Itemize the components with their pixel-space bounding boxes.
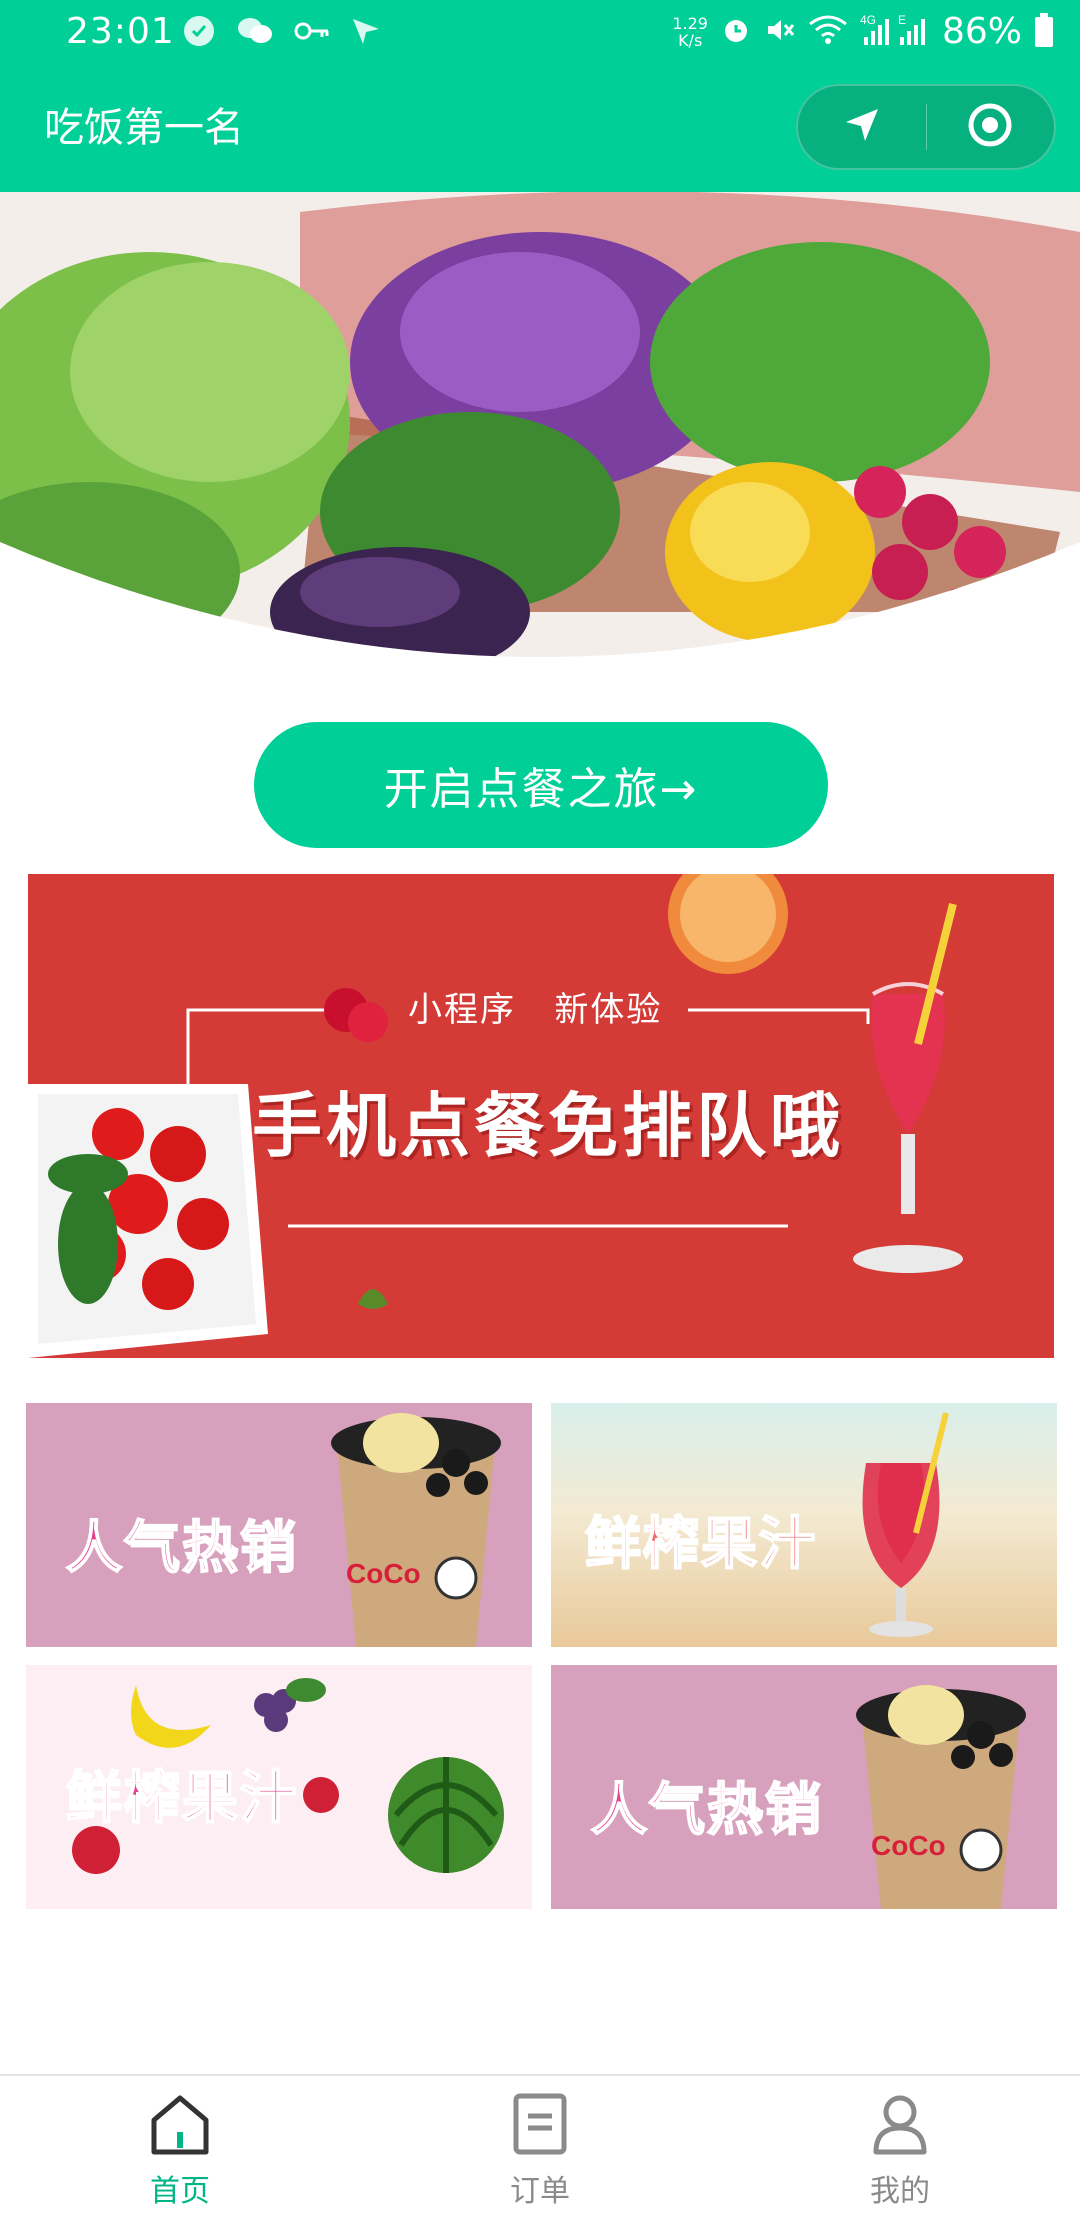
tab-orders[interactable]: 订单 [360,2076,720,2220]
tile-label: 人气热销 [65,1515,298,1582]
close-miniprogram-button[interactable] [926,86,1054,168]
tab-home[interactable]: 首页 [0,2076,360,2220]
status-time: 23:01 [66,11,175,52]
coco-logo-text: CoCo [871,1830,946,1861]
page-title: 吃饭第一名 [44,105,244,151]
tile-popular-1[interactable]: CoCo 人气热销 [26,1403,532,1647]
banner-subtitle: 小程序 新体验 [408,990,663,1030]
hero-vegetable-image [0,192,1080,700]
tile-fresh-juice-2[interactable]: 鲜榨果汁 [26,1665,532,1909]
battery-icon [1034,13,1054,51]
net-speed-unit: K/s [678,31,703,50]
tile-label: 鲜榨果汁 [584,1511,817,1578]
whatsapp-icon [182,14,216,52]
bottom-tab-bar: 首页 订单 我的 [0,2074,1080,2220]
coco-logo-text: CoCo [346,1558,421,1589]
alarm-icon [720,14,752,50]
tile-label: 人气热销 [590,1777,823,1844]
notification-icons [182,14,382,52]
target-icon [967,102,1013,152]
mute-icon [764,14,796,50]
send-icon [350,15,382,51]
tab-label: 订单 [510,2174,570,2209]
signal-icon: 4G E [860,13,930,51]
app-header: 吃饭第一名 [0,64,1080,192]
net-speed-value: 1.29 [672,14,708,33]
key-icon [294,19,330,47]
tab-label: 首页 [150,2174,210,2209]
profile-icon [870,2092,930,2160]
location-button[interactable] [798,86,926,168]
wechat-icon [236,16,274,50]
network-type-label: 4G [860,13,876,27]
tile-fresh-juice-1[interactable]: 鲜榨果汁 [551,1403,1057,1647]
network-type-label-2: E [898,13,906,27]
start-ordering-button[interactable]: 开启点餐之旅→ [254,722,828,848]
tab-profile[interactable]: 我的 [720,2076,1080,2220]
tab-label: 我的 [870,2174,930,2209]
miniprogram-capsule [796,84,1056,170]
battery-percentage: 86% [941,11,1022,52]
network-speed: 1.29 K/s [672,15,708,49]
location-arrow-icon [842,105,882,149]
system-icons: 1.29 K/s 4G E 86% [672,10,1054,54]
tile-popular-2[interactable]: CoCo 人气热销 [551,1665,1057,1909]
tile-label: 鲜榨果汁 [65,1765,298,1832]
banner-headline: 手机点餐免排队哦 [252,1085,844,1167]
vegetable-basket-illustration [0,192,1080,657]
order-icon [510,2092,570,2160]
wifi-icon [808,14,848,50]
status-bar: 23:01 1.29 K/s 4G E 86% [0,0,1080,64]
promo-banner[interactable]: 小程序 新体验 手机点餐免排队哦 [28,874,1054,1358]
home-icon [150,2092,210,2160]
